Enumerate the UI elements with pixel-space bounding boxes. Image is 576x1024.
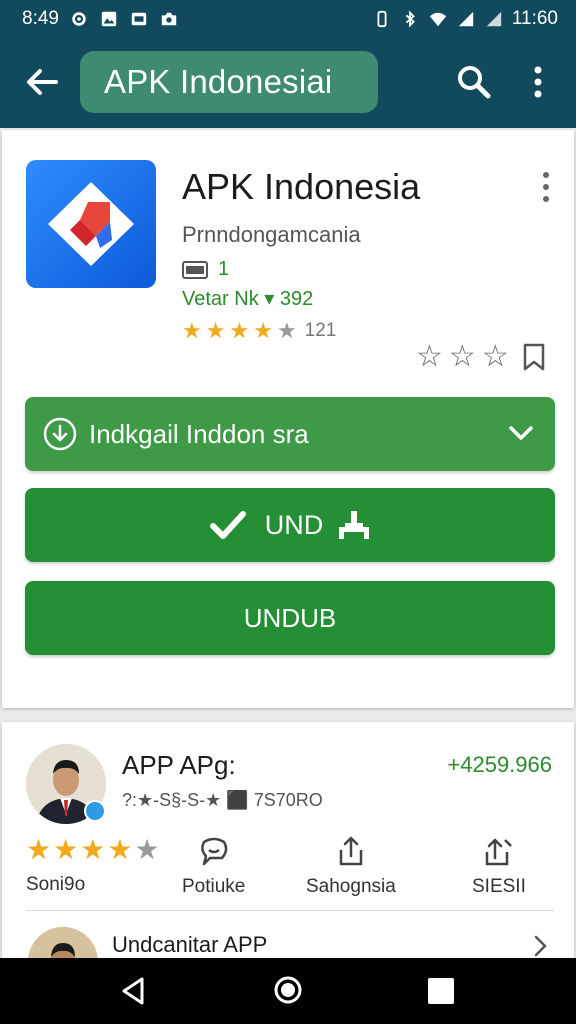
- rating-label: Soni9o: [26, 874, 86, 895]
- app-version: Vetar Nk ▾ 392: [182, 288, 314, 310]
- vibrate-icon: [377, 10, 387, 28]
- star-icon: ★: [205, 318, 226, 343]
- action-chat-label: Potiuke: [182, 876, 246, 897]
- share-icon: [339, 836, 363, 866]
- search-text: APK Indonesiai: [104, 63, 333, 100]
- status-time: 8:49: [22, 8, 59, 29]
- star-outline-icon[interactable]: ☆: [449, 342, 476, 372]
- action-share[interactable]: Sahognsia: [306, 836, 396, 898]
- app-developer[interactable]: Prnndongamcania: [182, 222, 361, 248]
- signal-icon: [458, 11, 474, 27]
- more-vert-icon[interactable]: [536, 170, 556, 204]
- second-row-label[interactable]: Undcanitar APP: [112, 932, 267, 958]
- und-button[interactable]: UND: [25, 488, 555, 562]
- star-icon: ★: [134, 834, 160, 865]
- more-vert-icon[interactable]: [526, 64, 550, 100]
- second-row-avatar[interactable]: [28, 927, 98, 962]
- search-icon[interactable]: [456, 64, 492, 100]
- rate-actions: ☆ ☆ ☆: [416, 342, 547, 372]
- nav-back-icon[interactable]: [118, 976, 148, 1006]
- star-icon: ★: [80, 834, 106, 865]
- app-title: APK Indonesia: [182, 166, 421, 207]
- status-clock: 11:60: [511, 8, 558, 29]
- app-size-value: 1: [218, 258, 230, 280]
- navigation-bar: [0, 958, 576, 1024]
- undub-label: UNDUB: [243, 602, 337, 633]
- star-icon: ★: [182, 318, 202, 343]
- star-outline-icon[interactable]: ☆: [416, 342, 443, 372]
- bluetooth-icon: [405, 10, 415, 28]
- signal-icon: [486, 11, 502, 27]
- verified-badge-icon: [84, 800, 106, 822]
- search-field[interactable]: APK Indonesiai: [80, 51, 378, 113]
- storage-icon: [182, 260, 208, 279]
- app-details-card: APK Indonesia Prnndongamcania 1 Vetar Nk…: [2, 130, 574, 708]
- nav-home-icon[interactable]: [272, 974, 304, 1006]
- divider: [26, 910, 554, 911]
- action-share-label: Sahognsia: [306, 876, 396, 897]
- star-outline-icon[interactable]: ☆: [482, 342, 509, 372]
- person-avatar-icon: [28, 927, 98, 962]
- status-bar: 8:49 11:60: [0, 0, 576, 38]
- chat-icon: [200, 837, 227, 866]
- action-upload[interactable]: SIESII: [472, 836, 526, 898]
- publisher-meta: ?:★-S§-S-★ ⬛ 7S70RO: [122, 790, 323, 810]
- download-circle-icon: [43, 417, 77, 451]
- bookmark-icon[interactable]: [521, 343, 547, 371]
- publisher-name[interactable]: APP APg:: [122, 750, 236, 781]
- publisher-card: APP APg: ?:★-S§-S-★ ⬛ 7S70RO +4259.966 ★…: [2, 722, 574, 962]
- star-icon: ★: [107, 834, 133, 865]
- chevron-right-icon[interactable]: [532, 934, 548, 958]
- star-icon: ★: [229, 318, 250, 343]
- star-icon: ★: [253, 318, 273, 343]
- und-label: UND: [264, 509, 324, 540]
- gear-icon: [72, 12, 86, 26]
- camera-icon: [161, 12, 177, 26]
- app-size-row: 1: [182, 258, 229, 281]
- publisher-price: +4259.966: [447, 752, 552, 777]
- back-arrow-icon[interactable]: [22, 62, 62, 102]
- app-bar: APK Indonesiai: [0, 38, 576, 128]
- star-icon: ★: [53, 834, 79, 865]
- action-chat[interactable]: Potiuke: [182, 836, 245, 898]
- star-icon: ★: [26, 834, 52, 865]
- app-rating: ★ ★ ★ ★ ★ 121: [182, 320, 336, 342]
- upload-icon: [485, 838, 512, 866]
- wifi-icon: [429, 12, 446, 27]
- rating-count: 121: [304, 320, 337, 341]
- nav-recents-icon[interactable]: [428, 978, 454, 1004]
- star-icon: ★: [276, 318, 297, 343]
- image-icon: [101, 11, 117, 27]
- variant-select-label: Indkgail Inddon sra: [89, 418, 309, 449]
- undub-button[interactable]: UNDUB: [25, 581, 555, 655]
- action-upload-label: SIESII: [472, 876, 526, 897]
- publisher-rating: ★ ★ ★ ★ ★: [26, 836, 160, 864]
- install-tool-icon: [339, 511, 370, 539]
- chevron-down-icon: [509, 426, 533, 440]
- check-icon: [209, 511, 246, 539]
- app-logo-icon: [48, 182, 134, 266]
- app-logo: [26, 160, 156, 288]
- message-icon: [131, 12, 147, 26]
- variant-select-button[interactable]: Indkgail Inddon sra: [25, 397, 555, 471]
